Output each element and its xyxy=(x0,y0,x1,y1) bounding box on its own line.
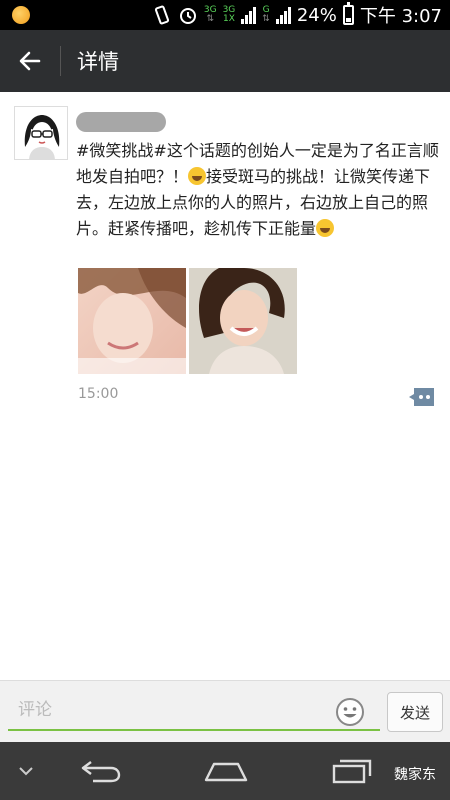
battery-percent: 24% xyxy=(296,4,337,26)
alarm-icon xyxy=(179,8,196,24)
page-title: 详情 xyxy=(77,50,119,74)
network-label: 1X xyxy=(222,14,235,24)
hide-keyboard-button[interactable] xyxy=(12,754,40,788)
comment-bar: 发送 xyxy=(0,680,450,742)
laugh-cry-emoji-icon xyxy=(188,167,207,185)
post-photo[interactable] xyxy=(78,268,186,374)
post-time: 15:00 xyxy=(78,386,119,402)
home-icon xyxy=(204,762,248,782)
network-indicator-1: 3G ⇅ xyxy=(203,5,217,24)
username-blurred[interactable] xyxy=(76,112,166,132)
post-text: #微笑挑战#这个话题的创始人一定是为了名正言顺地发自拍吧？！ 接受斑马的挑战！让微… xyxy=(76,138,440,242)
nav-home-button[interactable] xyxy=(202,754,250,788)
recents-icon xyxy=(332,759,372,784)
post-photo[interactable] xyxy=(189,268,297,374)
nav-bar: 魏家东 xyxy=(0,742,450,800)
return-arrow-icon xyxy=(81,761,121,783)
smile-emoji-icon xyxy=(316,219,335,237)
notification-icon xyxy=(12,6,30,24)
post-detail: #微笑挑战#这个话题的创始人一定是为了名正言顺地发自拍吧？！ 接受斑马的挑战！让微… xyxy=(0,92,450,680)
chevron-down-icon xyxy=(19,767,33,776)
vibrate-icon xyxy=(154,5,169,25)
photo-thumbnail xyxy=(78,268,186,374)
status-bar: 3G ⇅ 3G 1X G ⇅ 24% 下午 3:07 xyxy=(0,0,450,30)
signal-icon xyxy=(275,6,291,24)
nav-recents-button[interactable] xyxy=(330,754,374,788)
comment-input[interactable] xyxy=(8,691,380,731)
back-button[interactable] xyxy=(0,30,60,92)
comment-bubble-icon xyxy=(409,388,434,406)
watermark: 魏家东 xyxy=(394,767,436,783)
network-indicator-3: G ⇅ xyxy=(262,5,270,24)
status-time: 下午 3:07 xyxy=(359,6,442,27)
signal-icon xyxy=(241,6,257,24)
title-bar: 详情 xyxy=(0,30,450,92)
status-indicators: 3G ⇅ 3G 1X G ⇅ 24% 下午 3:07 xyxy=(152,0,442,30)
emoji-button[interactable] xyxy=(335,697,365,727)
avatar[interactable] xyxy=(14,106,68,160)
network-indicator-2: 3G 1X xyxy=(223,6,236,24)
photo-thumbnail xyxy=(189,268,297,374)
battery-icon xyxy=(342,2,354,25)
smiley-icon xyxy=(336,698,364,726)
send-button[interactable]: 发送 xyxy=(387,692,443,732)
nav-back-button[interactable] xyxy=(78,754,124,788)
comment-button[interactable] xyxy=(408,386,436,408)
arrow-left-icon xyxy=(19,51,41,71)
avatar-illustration xyxy=(15,107,67,159)
